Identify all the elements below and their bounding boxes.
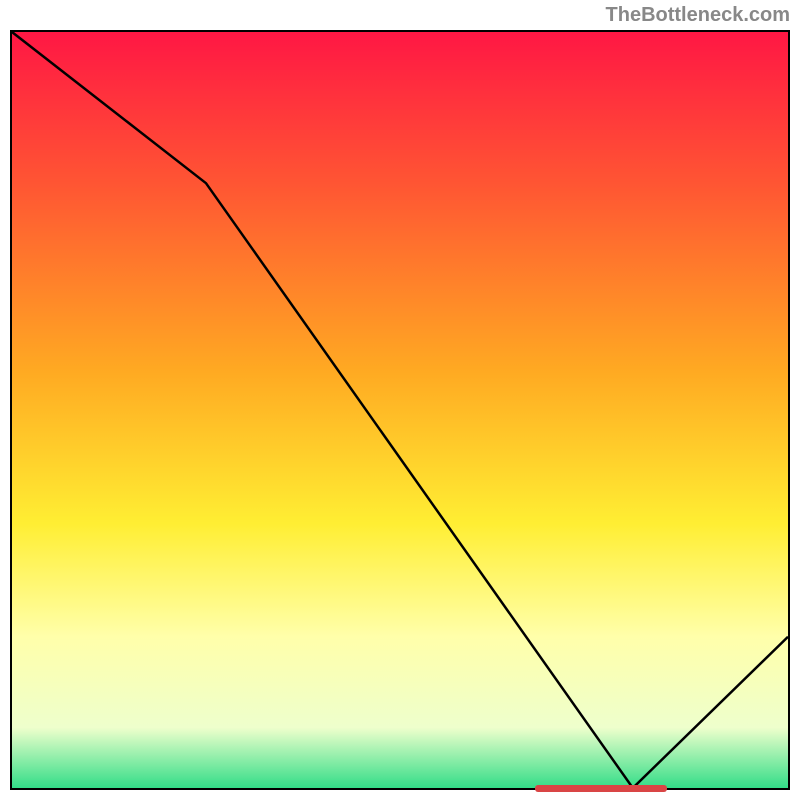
watermark-text: TheBottleneck.com (606, 4, 790, 27)
optimal-range-marker (535, 785, 668, 792)
chart-line (12, 32, 788, 788)
chart-container (10, 30, 790, 790)
